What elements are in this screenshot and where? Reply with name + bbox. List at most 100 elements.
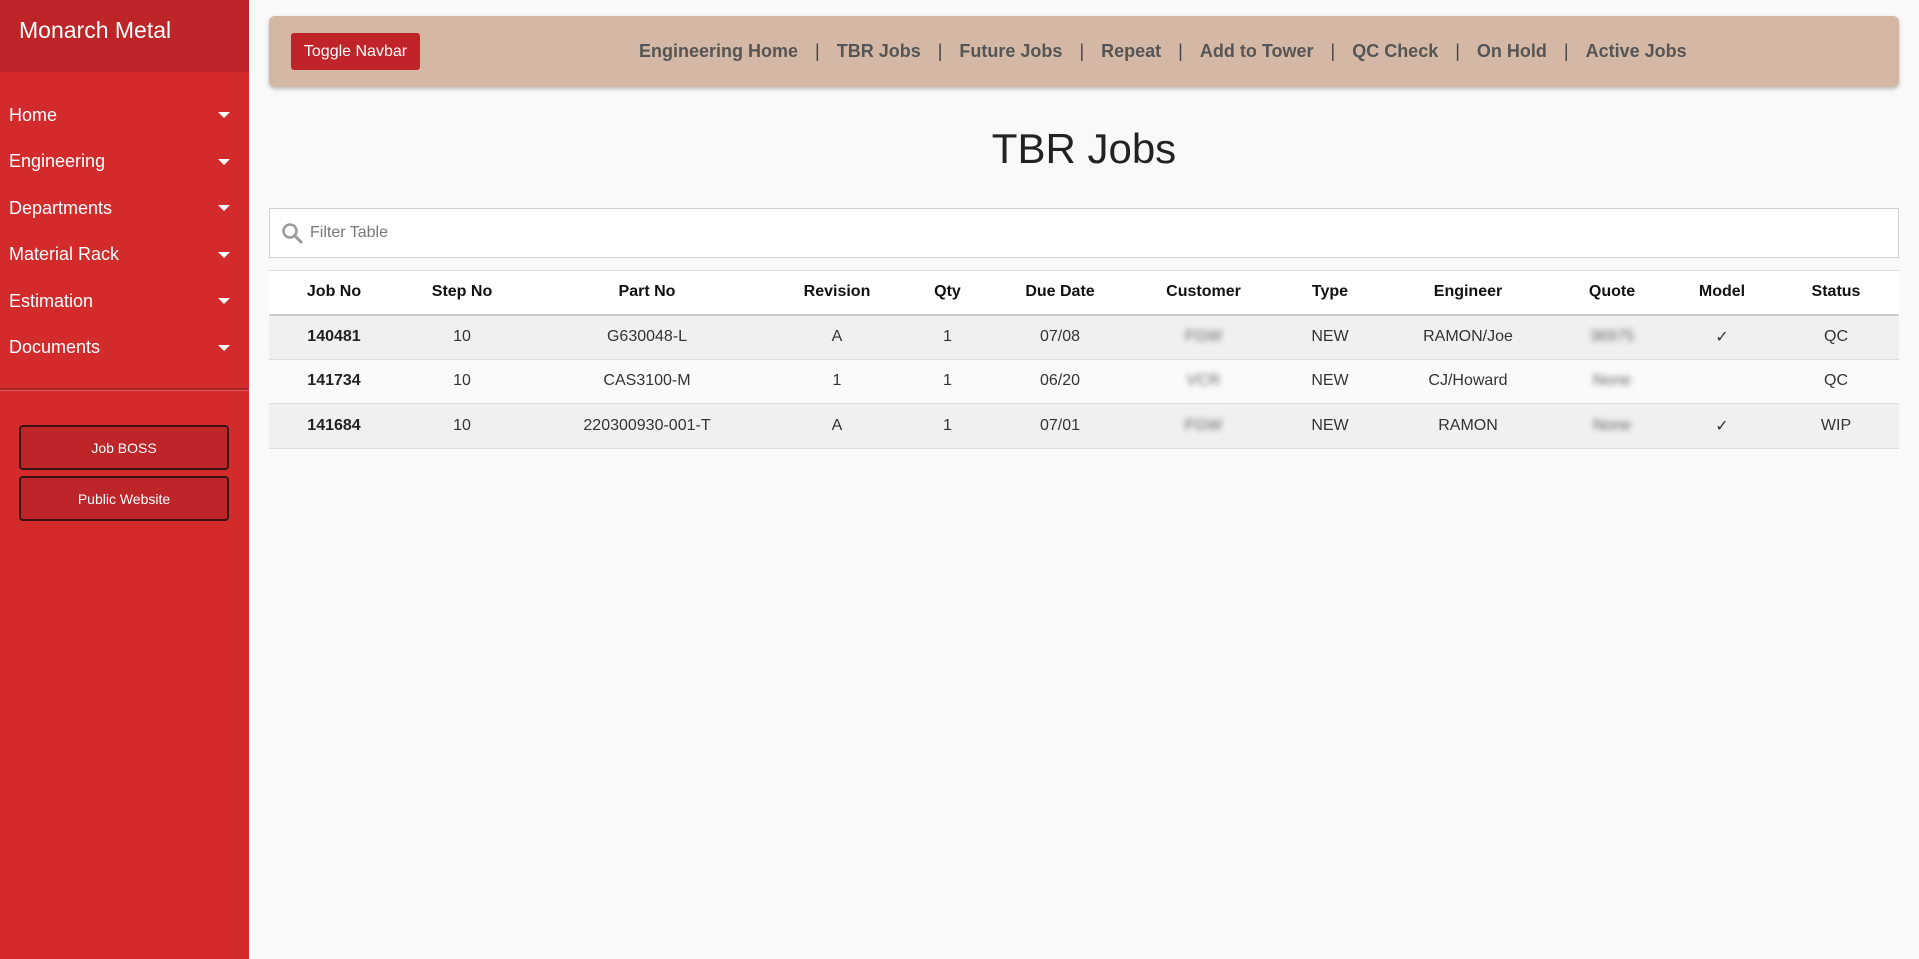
sidebar-item-label: Home [9, 104, 58, 125]
sidebar-item-engineering[interactable]: Engineering [0, 139, 249, 186]
top-navbar: Toggle Navbar Engineering Home | TBR Job… [269, 16, 1899, 87]
main-content: Toggle Navbar Engineering Home | TBR Job… [249, 0, 1919, 959]
cell-step-no: 10 [399, 359, 525, 404]
nav-separator: | [815, 41, 820, 61]
column-header-quote[interactable]: Quote [1553, 270, 1671, 316]
cell-quote: 36975 [1553, 314, 1671, 360]
page-title: TBR Jobs [991, 125, 1177, 172]
sidebar-buttons: Job BOSS Public Website [0, 391, 249, 521]
sidebar: Monarch Metal Home Engineering Departmen… [0, 0, 249, 959]
cell-type: NEW [1277, 359, 1383, 404]
nav-link-on-hold[interactable]: On Hold [1477, 41, 1547, 62]
customer-value: FGW [1184, 328, 1223, 345]
cell-engineer: RAMON [1383, 403, 1553, 449]
toggle-navbar-button[interactable]: Toggle Navbar [291, 33, 420, 70]
sidebar-item-label: Estimation [9, 290, 94, 311]
app: Monarch Metal Home Engineering Departmen… [0, 0, 1919, 959]
quote-value: 36975 [1589, 328, 1635, 345]
sidebar-item-documents[interactable]: Documents [0, 325, 249, 372]
cell-status: WIP [1773, 403, 1899, 449]
cell-step-no: 10 [399, 403, 525, 449]
nav-separator: | [1563, 41, 1569, 61]
nav-link-engineering-home[interactable]: Engineering Home [639, 41, 798, 62]
caret-down-icon [218, 251, 230, 258]
brand-logo[interactable]: Monarch Metal [0, 0, 249, 72]
jobs-table: Job No Step No Part No Revision Qty Due … [269, 270, 1899, 449]
caret-down-icon [218, 205, 230, 212]
cell-quote: None [1553, 359, 1671, 404]
cell-revision: A [769, 403, 905, 449]
nav-link-active-jobs[interactable]: Active Jobs [1586, 41, 1687, 62]
cell-qty: 1 [905, 359, 990, 404]
cell-customer: FGW [1130, 403, 1277, 449]
column-header-qty[interactable]: Qty [905, 270, 990, 316]
cell-engineer: RAMON/Joe [1383, 314, 1553, 360]
cell-revision: A [769, 314, 905, 360]
cell-qty: 1 [905, 314, 990, 360]
nav-separator: | [1455, 41, 1460, 61]
cell-type: NEW [1277, 403, 1383, 449]
sidebar-item-label: Departments [9, 197, 113, 218]
sidebar-item-material-rack[interactable]: Material Rack [0, 232, 249, 279]
sidebar-item-departments[interactable]: Departments [0, 185, 249, 232]
filter-bar [269, 208, 1899, 258]
sidebar-item-label: Documents [9, 337, 101, 358]
nav-link-add-to-tower[interactable]: Add to Tower [1200, 41, 1314, 62]
column-header-step-no[interactable]: Step No [399, 270, 525, 316]
cell-due-date: 06/20 [990, 359, 1130, 404]
table-header-row: Job No Step No Part No Revision Qty Due … [269, 270, 1899, 316]
sidebar-item-estimation[interactable]: Estimation [0, 278, 249, 325]
cell-due-date: 07/08 [990, 314, 1130, 360]
cell-step-no: 10 [399, 314, 525, 360]
column-header-job-no[interactable]: Job No [269, 270, 399, 316]
checkmark-icon: ✓ [1715, 329, 1729, 346]
nav-link-future-jobs[interactable]: Future Jobs [959, 41, 1062, 62]
nav-separator: | [1178, 41, 1183, 61]
column-header-customer[interactable]: Customer [1130, 270, 1277, 316]
cell-revision: 1 [769, 359, 905, 404]
public-website-button[interactable]: Public Website [19, 476, 229, 521]
nav-separator: | [1330, 41, 1336, 61]
filter-table-input[interactable] [310, 209, 1890, 257]
nav-link-repeat[interactable]: Repeat [1101, 41, 1161, 62]
cell-quote: None [1553, 403, 1671, 449]
caret-down-icon [218, 298, 230, 305]
column-header-due-date[interactable]: Due Date [990, 270, 1130, 316]
column-header-model[interactable]: Model [1671, 270, 1773, 316]
sidebar-item-label: Material Rack [9, 244, 120, 265]
table-row[interactable]: 141734 10 CAS3100-M 1 1 06/20 VCR NEW CJ… [269, 359, 1899, 404]
cell-status: QC [1773, 314, 1899, 360]
cell-job-no: 140481 [269, 314, 399, 360]
column-header-status[interactable]: Status [1773, 270, 1899, 316]
cell-engineer: CJ/Howard [1383, 359, 1553, 404]
cell-qty: 1 [905, 403, 990, 449]
cell-customer: FGW [1130, 314, 1277, 360]
caret-down-icon [218, 158, 230, 165]
checkmark-icon: ✓ [1715, 417, 1729, 435]
cell-type: NEW [1277, 314, 1383, 360]
nav-link-qc-check[interactable]: QC Check [1352, 41, 1438, 62]
cell-model [1671, 359, 1773, 404]
nav-link-tbr-jobs[interactable]: TBR Jobs [837, 41, 921, 62]
column-header-revision[interactable]: Revision [769, 270, 905, 316]
quote-value: None [1592, 372, 1632, 390]
top-nav-links: Engineering Home | TBR Jobs | Future Job… [639, 16, 1687, 87]
cell-part-no: 220300930-001-T [525, 403, 769, 449]
cell-status: QC [1773, 359, 1899, 404]
search-icon [282, 223, 303, 244]
cell-customer: VCR [1130, 359, 1277, 404]
job-boss-button[interactable]: Job BOSS [19, 425, 229, 470]
quote-value: None [1592, 416, 1632, 434]
cell-job-no: 141684 [269, 403, 399, 449]
table-row[interactable]: 141684 10 220300930-001-T A 1 07/01 FGW … [269, 403, 1899, 449]
column-header-engineer[interactable]: Engineer [1383, 270, 1553, 316]
table-row[interactable]: 140481 10 G630048-L A 1 07/08 FGW NEW RA… [269, 314, 1899, 360]
column-header-type[interactable]: Type [1277, 270, 1383, 316]
sidebar-item-home[interactable]: Home [0, 92, 249, 139]
cell-part-no: G630048-L [525, 314, 769, 360]
caret-down-icon [218, 112, 230, 119]
cell-model: ✓ [1671, 403, 1773, 449]
cell-job-no: 141734 [269, 359, 399, 404]
column-header-part-no[interactable]: Part No [525, 270, 769, 316]
nav-separator: | [1079, 41, 1085, 61]
